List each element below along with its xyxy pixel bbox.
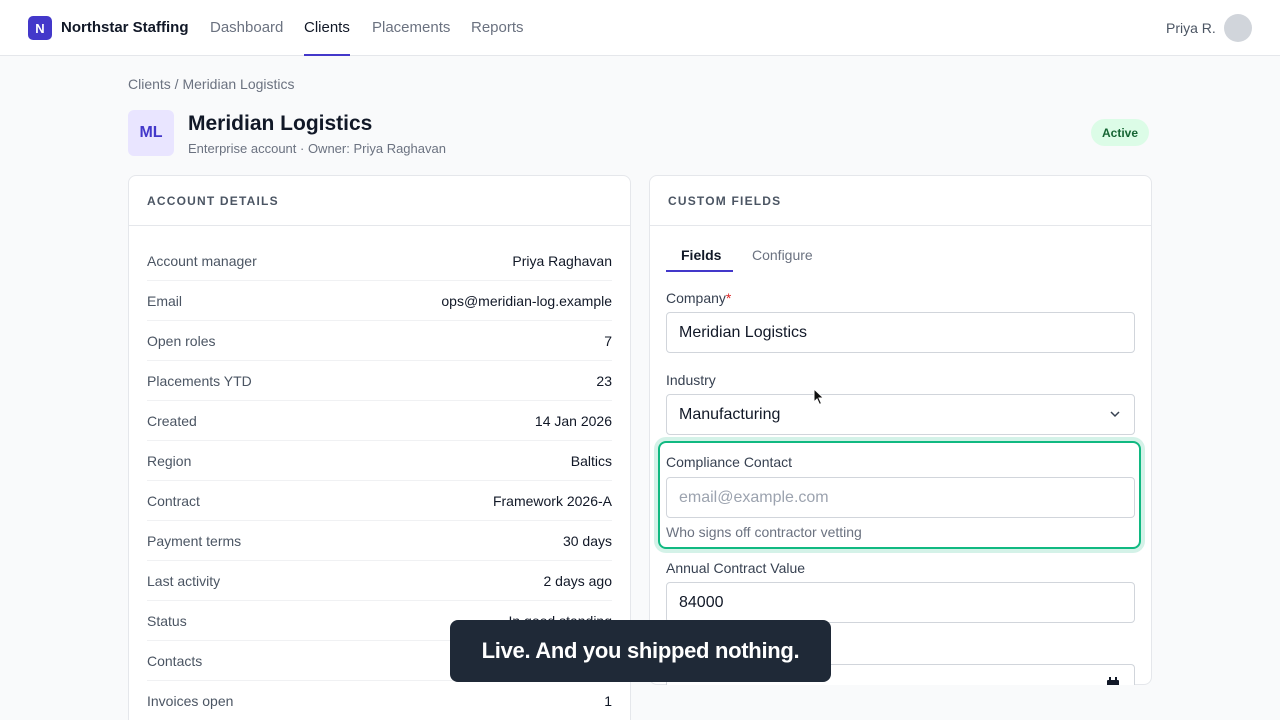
compliance-contact-input[interactable]: email@example.com bbox=[666, 477, 1135, 518]
detail-row: Placements YTD 23 bbox=[147, 361, 612, 401]
user-avatar[interactable] bbox=[1224, 14, 1252, 42]
industry-selected-value: Manufacturing bbox=[679, 405, 781, 423]
chevron-down-icon bbox=[1110, 411, 1120, 418]
mouse-cursor-icon bbox=[813, 388, 825, 406]
detail-value: Priya Raghavan bbox=[512, 252, 612, 269]
tab-configure[interactable]: Configure bbox=[752, 247, 813, 263]
detail-label: Email bbox=[147, 292, 183, 309]
industry-select[interactable]: Manufacturing bbox=[666, 394, 1135, 435]
detail-label: Status bbox=[147, 612, 187, 629]
detail-row: Created 14 Jan 2026 bbox=[147, 401, 612, 441]
detail-row: Payment terms 30 days bbox=[147, 521, 612, 561]
required-mark: * bbox=[725, 290, 732, 306]
account-details-header: ACCOUNT DETAILS bbox=[129, 176, 630, 226]
detail-row: Region Baltics bbox=[147, 441, 612, 481]
page-title: Meridian Logistics bbox=[188, 112, 373, 135]
user-name[interactable]: Priya R. bbox=[1166, 20, 1216, 36]
detail-row: Invoices open 1 bbox=[147, 681, 612, 720]
detail-row: Email ops@meridian-log.example bbox=[147, 281, 612, 321]
detail-value: 14 Jan 2026 bbox=[534, 412, 612, 429]
detail-label: Invoices open bbox=[147, 692, 234, 709]
detail-row: Account manager Priya Raghavan bbox=[147, 241, 612, 281]
company-input[interactable]: Meridian Logistics bbox=[666, 312, 1135, 353]
company-label: Company* bbox=[666, 290, 731, 306]
toast-message: Live. And you shipped nothing. bbox=[450, 620, 831, 682]
detail-label: Account manager bbox=[147, 252, 257, 269]
detail-value: 30 days bbox=[562, 532, 612, 549]
compliance-contact-label: Compliance Contact bbox=[666, 454, 793, 470]
active-tab-indicator bbox=[666, 270, 733, 272]
active-nav-indicator bbox=[304, 54, 350, 56]
detail-label: Contract bbox=[147, 492, 200, 509]
detail-row: Contract Framework 2026-A bbox=[147, 481, 612, 521]
compliance-contact-help: Who signs off contractor vetting bbox=[666, 524, 862, 540]
detail-row: Last activity 2 days ago bbox=[147, 561, 612, 601]
detail-value: 7 bbox=[604, 332, 612, 349]
detail-value: Framework 2026-A bbox=[492, 492, 612, 509]
nav-clients[interactable]: Clients bbox=[304, 19, 350, 36]
detail-value: 1 bbox=[604, 692, 612, 709]
tab-fields[interactable]: Fields bbox=[681, 247, 721, 263]
northstar-logo[interactable]: N bbox=[28, 16, 52, 40]
annual-contract-value-input[interactable]: 84000 bbox=[666, 582, 1135, 623]
detail-label: Payment terms bbox=[147, 532, 242, 549]
detail-value: Baltics bbox=[570, 452, 612, 469]
brand-name[interactable]: Northstar Staffing bbox=[61, 19, 189, 36]
detail-label: Placements YTD bbox=[147, 372, 252, 389]
detail-value: 2 days ago bbox=[543, 572, 613, 589]
company-label-text: Company bbox=[666, 290, 726, 306]
detail-value: 23 bbox=[596, 372, 612, 389]
page-background-mask bbox=[649, 685, 1152, 720]
detail-row: Open roles 7 bbox=[147, 321, 612, 361]
detail-label: Open roles bbox=[147, 332, 216, 349]
detail-value: ops@meridian-log.example bbox=[441, 292, 612, 309]
client-initials-avatar: ML bbox=[128, 110, 174, 156]
client-subtitle: Enterprise account · Owner: Priya Raghav… bbox=[188, 141, 446, 156]
nav-placements[interactable]: Placements bbox=[372, 19, 450, 36]
status-badge: Active bbox=[1091, 119, 1150, 146]
nav-reports[interactable]: Reports bbox=[471, 19, 524, 36]
top-navigation-bar: N Northstar Staffing Dashboard Clients P… bbox=[0, 0, 1280, 56]
custom-fields-header: CUSTOM FIELDS bbox=[650, 176, 1151, 226]
detail-label: Contacts bbox=[147, 652, 203, 669]
industry-label: Industry bbox=[666, 372, 716, 388]
detail-label: Region bbox=[147, 452, 192, 469]
detail-label: Last activity bbox=[147, 572, 221, 589]
annual-contract-value-label: Annual Contract Value bbox=[666, 560, 806, 576]
detail-label: Created bbox=[147, 412, 197, 429]
breadcrumb[interactable]: Clients / Meridian Logistics bbox=[128, 76, 295, 92]
nav-dashboard[interactable]: Dashboard bbox=[210, 19, 283, 36]
